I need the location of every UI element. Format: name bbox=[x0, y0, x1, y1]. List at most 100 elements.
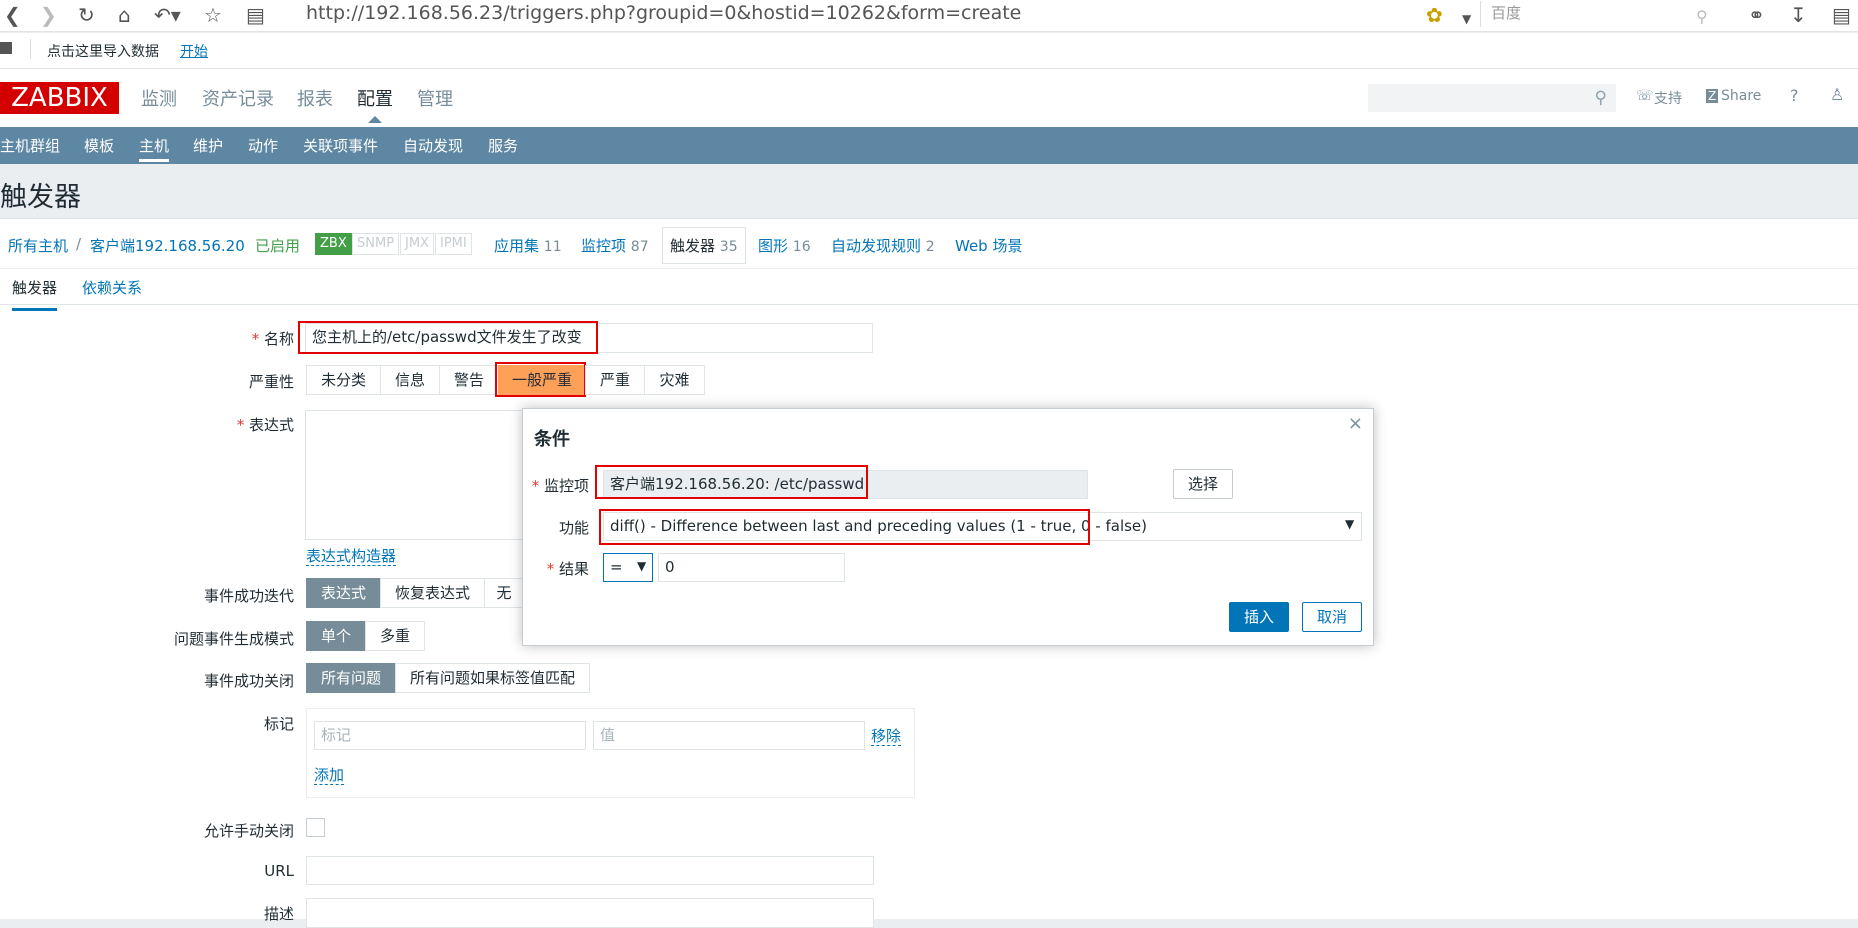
star-icon[interactable]: ☆ bbox=[204, 4, 222, 26]
sidebar-toggle-icon[interactable] bbox=[0, 42, 12, 54]
ok-event-none[interactable]: 无 bbox=[484, 578, 524, 608]
highlight-box bbox=[599, 509, 1090, 545]
expression-label: * 表达式 bbox=[236, 416, 294, 434]
graphs-count: 16 bbox=[792, 239, 811, 255]
ok-event-recovery-expression[interactable]: 恢复表达式 bbox=[380, 578, 485, 608]
description-textarea[interactable] bbox=[306, 898, 874, 928]
nav-reports[interactable]: 报表 bbox=[297, 85, 333, 111]
host-nav-applications[interactable]: 应用集 11 bbox=[494, 235, 562, 256]
browser-search-input[interactable]: 百度 bbox=[1480, 1, 1720, 27]
chevron-down-icon[interactable]: ▼ bbox=[1462, 8, 1471, 30]
result-label: * 结果 bbox=[546, 560, 589, 578]
support-link[interactable]: 支持 bbox=[1654, 88, 1682, 108]
host-nav-items[interactable]: 监控项 87 bbox=[581, 235, 649, 256]
user-profile-icon[interactable]: ♙ bbox=[1830, 85, 1844, 104]
help-icon[interactable]: ? bbox=[1790, 86, 1799, 105]
operator-value: = bbox=[610, 558, 623, 576]
triggers-count: 35 bbox=[719, 239, 738, 255]
snmp-badge: SNMP bbox=[352, 233, 400, 255]
search-icon[interactable]: ⚲ bbox=[1696, 6, 1708, 28]
sub-navigation: 主机群组 模板 主机 维护 动作 关联项事件 自动发现 服务 bbox=[0, 127, 1858, 164]
subnav-services[interactable]: 服务 bbox=[488, 135, 518, 156]
reload-icon[interactable]: ↻ bbox=[78, 4, 95, 26]
applications-count: 11 bbox=[543, 239, 562, 255]
tag-value-input[interactable]: 值 bbox=[593, 721, 865, 750]
download-icon[interactable]: ↧ bbox=[1790, 4, 1807, 26]
highlight-box bbox=[495, 362, 586, 397]
reader-icon[interactable]: ▤ bbox=[246, 4, 265, 26]
triggers-label: 触发器 bbox=[670, 237, 716, 255]
manual-close-label: 允许手动关闭 bbox=[203, 822, 294, 840]
select-item-button[interactable]: 选择 bbox=[1173, 469, 1233, 499]
severity-disaster[interactable]: 灾难 bbox=[644, 365, 705, 395]
items-count: 87 bbox=[630, 239, 649, 255]
subnav-event-correlation[interactable]: 关联项事件 bbox=[303, 135, 378, 156]
nav-configuration[interactable]: 配置 bbox=[357, 85, 393, 111]
severity-information[interactable]: 信息 bbox=[380, 365, 440, 395]
function-label: 功能 bbox=[558, 519, 589, 537]
ok-event-expression[interactable]: 表达式 bbox=[306, 578, 381, 608]
home-icon[interactable]: ⌂ bbox=[118, 4, 131, 26]
breadcrumb-host[interactable]: 客户端192.168.56.20 bbox=[90, 235, 245, 256]
url-input[interactable] bbox=[306, 856, 874, 885]
dialog-title: 条件 bbox=[534, 429, 570, 450]
menu-icon[interactable]: ▤ bbox=[1832, 4, 1851, 26]
host-nav-triggers[interactable]: 触发器 35 bbox=[662, 227, 746, 264]
host-nav-graphs[interactable]: 图形 16 bbox=[758, 235, 811, 256]
bookmark-bar: 点击这里导入数据 开始 bbox=[0, 33, 1858, 69]
subnav-host-groups[interactable]: 主机群组 bbox=[0, 135, 60, 156]
subnav-maintenance[interactable]: 维护 bbox=[193, 135, 223, 156]
host-nav-discovery-rules[interactable]: 自动发现规则 2 bbox=[831, 235, 935, 256]
back-icon[interactable]: ❮ bbox=[4, 4, 21, 26]
support-icon: ☏ bbox=[1636, 88, 1654, 104]
severity-not-classified[interactable]: 未分类 bbox=[306, 365, 381, 395]
dropdown-arrow-icon: ▼ bbox=[1345, 517, 1355, 531]
ok-close-all-problems[interactable]: 所有问题 bbox=[306, 663, 396, 693]
remove-tag-link[interactable]: 移除 bbox=[871, 727, 902, 746]
bookmark-text[interactable]: 点击这里导入数据 bbox=[47, 41, 159, 61]
nav-inventory[interactable]: 资产记录 bbox=[202, 85, 274, 111]
cancel-button[interactable]: 取消 bbox=[1302, 602, 1362, 632]
applications-label: 应用集 bbox=[494, 237, 540, 255]
breadcrumb-separator: / bbox=[76, 235, 82, 253]
share-link[interactable]: Share bbox=[1721, 88, 1761, 104]
global-search-input[interactable]: ⚲ bbox=[1368, 84, 1616, 112]
extension-icon[interactable]: ✿ bbox=[1426, 4, 1443, 26]
severity-high[interactable]: 严重 bbox=[585, 365, 645, 395]
severity-warning[interactable]: 警告 bbox=[439, 365, 499, 395]
problem-mode-single[interactable]: 单个 bbox=[306, 621, 366, 651]
tab-trigger[interactable]: 触发器 bbox=[12, 277, 58, 311]
subnav-actions[interactable]: 动作 bbox=[248, 135, 278, 156]
undo-icon[interactable]: ↶▾ bbox=[154, 4, 181, 26]
insert-button[interactable]: 插入 bbox=[1229, 602, 1289, 632]
search-icon[interactable]: ⚲ bbox=[1595, 88, 1607, 108]
zabbix-logo[interactable]: ZABBIX bbox=[0, 82, 119, 114]
add-tag-link[interactable]: 添加 bbox=[314, 766, 345, 785]
host-status[interactable]: 已启用 bbox=[255, 235, 300, 256]
problem-mode-multiple[interactable]: 多重 bbox=[365, 621, 425, 651]
app-header: ZABBIX 监测 资产记录 报表 配置 管理 ⚲ ☏ 支持 Z Share ?… bbox=[0, 69, 1858, 127]
close-icon[interactable]: × bbox=[1348, 413, 1363, 434]
divider bbox=[30, 39, 31, 59]
nav-administration[interactable]: 管理 bbox=[417, 85, 453, 111]
address-bar[interactable]: http://192.168.56.23/triggers.php?groupi… bbox=[306, 2, 1021, 24]
browser-toolbar: ❮ ❯ ↻ ⌂ ↶▾ ☆ ▤ http://192.168.56.23/trig… bbox=[0, 0, 1858, 32]
subnav-discovery[interactable]: 自动发现 bbox=[403, 135, 463, 156]
expression-constructor-link[interactable]: 表达式构造器 bbox=[306, 547, 397, 566]
tab-dependencies[interactable]: 依赖关系 bbox=[82, 277, 142, 298]
nav-monitoring[interactable]: 监测 bbox=[141, 85, 177, 111]
discovery-rules-count: 2 bbox=[925, 239, 935, 255]
host-nav-web-scenarios[interactable]: Web 场景 bbox=[955, 235, 1022, 256]
ok-close-tag-match[interactable]: 所有问题如果标签值匹配 bbox=[395, 663, 590, 693]
tab-divider bbox=[0, 304, 1858, 305]
subnav-hosts[interactable]: 主机 bbox=[139, 135, 170, 162]
bookmark-start-link[interactable]: 开始 bbox=[180, 41, 208, 61]
forward-icon[interactable]: ❯ bbox=[40, 4, 57, 26]
tag-name-input[interactable]: 标记 bbox=[314, 721, 586, 750]
history-icon[interactable]: ⚭ bbox=[1748, 4, 1765, 26]
manual-close-checkbox[interactable] bbox=[306, 818, 325, 837]
subnav-templates[interactable]: 模板 bbox=[84, 135, 114, 156]
result-value-input[interactable]: 0 bbox=[658, 553, 845, 582]
breadcrumb-all-hosts[interactable]: 所有主机 bbox=[8, 235, 68, 256]
item-label: * 监控项 bbox=[531, 477, 589, 495]
